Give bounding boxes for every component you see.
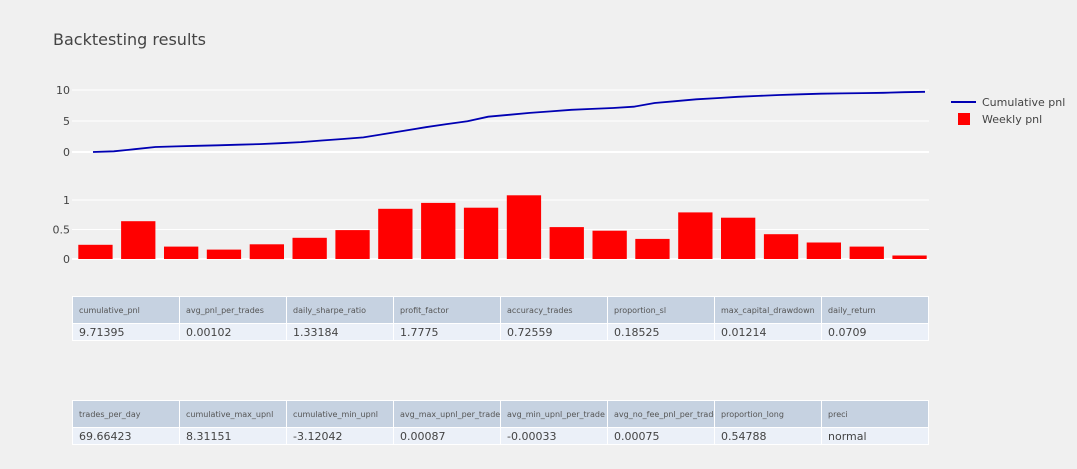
bar-ytick-label: 0 [63, 253, 70, 266]
line-ytick-label: 5 [63, 115, 70, 128]
weekly-pnl-bar [78, 244, 113, 259]
table-value-cell: 0.00087 [393, 427, 501, 445]
table-value-cell: 0.18525 [607, 323, 715, 341]
bar-ytick-label: 1 [63, 194, 70, 207]
line-ytick-label: 10 [56, 84, 70, 97]
table-value-cell: -0.00033 [500, 427, 608, 445]
weekly-pnl-bar [421, 202, 456, 259]
bar-chart-yticks: 00.51 [53, 194, 71, 266]
line-chart-gridlines [72, 89, 929, 153]
weekly-pnl-bar [892, 255, 927, 259]
table-value-cell: 9.71395 [72, 323, 180, 341]
table-value-cell: 69.66423 [72, 427, 180, 445]
table-value-cell: 8.31151 [179, 427, 287, 445]
table-value-cell: 0.01214 [714, 323, 822, 341]
table-header-cell: avg_min_upnl_per_trade [500, 400, 608, 428]
table-value-cell: -3.12042 [286, 427, 394, 445]
weekly-pnl-bar [849, 246, 884, 259]
weekly-pnl-bar [378, 208, 413, 259]
table-header-cell: daily_return [821, 296, 929, 324]
weekly-pnl-bar [292, 237, 327, 259]
weekly-pnl-bar [506, 195, 542, 259]
legend-square-swatch [958, 113, 970, 125]
table-header-cell: max_capital_drawdown [714, 296, 822, 324]
weekly-pnl-bar [164, 246, 199, 259]
table-header-cell: trades_per_day [72, 400, 180, 428]
bar-chart-gridlines [72, 199, 929, 260]
table-header-cell: daily_sharpe_ratio [286, 296, 394, 324]
table-value-cell: 0.00102 [179, 323, 287, 341]
table-value-cell: normal [821, 427, 929, 445]
weekly-pnl-bar [335, 230, 370, 259]
table-header-cell: proportion_sl [607, 296, 715, 324]
table-header-cell: avg_pnl_per_trades [179, 296, 287, 324]
weekly-pnl-bar [721, 217, 756, 259]
legend: Cumulative pnl Weekly pnl [951, 96, 1065, 126]
legend-label: Weekly pnl [982, 113, 1042, 126]
line-chart-yticks: 0 5 10 [56, 84, 70, 159]
table-header-cell: cumulative_pnl [72, 296, 180, 324]
charts-svg: 0510 00.51 Cumulative pnlWeekly pnl [53, 84, 1066, 266]
legend-label: Cumulative pnl [982, 96, 1065, 109]
weekly-pnl-bar [206, 249, 242, 259]
bar-ytick-label: 0.5 [53, 224, 71, 237]
table-value-cell: 1.33184 [286, 323, 394, 341]
weekly-pnl-bar [635, 238, 670, 259]
line-ytick-label: 0 [63, 146, 70, 159]
weekly-pnl-bar [763, 234, 799, 259]
weekly-pnl-bars [78, 195, 927, 260]
table-header-cell: cumulative_min_upnl [286, 400, 394, 428]
metrics-table-2: trades_per_day cumulative_max_upnl cumulat… [72, 400, 929, 445]
table-header-cell: preci [821, 400, 929, 428]
weekly-pnl-bar [121, 221, 156, 259]
table-header-cell: avg_no_fee_pnl_per_trade [607, 400, 715, 428]
table-value-cell: 1.7775 [393, 323, 501, 341]
table-header-cell: avg_max_upnl_per_trade [393, 400, 501, 428]
table-header-cell: proportion_long [714, 400, 822, 428]
table-header-cell: cumulative_max_upnl [179, 400, 287, 428]
weekly-pnl-bar [592, 230, 627, 259]
table-value-cell: 0.00075 [607, 427, 715, 445]
weekly-pnl-bar [678, 212, 713, 259]
table-value-cell: 0.54788 [714, 427, 822, 445]
cumulative-pnl-line [92, 90, 926, 153]
table-value-cell: 0.0709 [821, 323, 929, 341]
weekly-pnl-bar [806, 242, 841, 259]
weekly-pnl-bar [549, 227, 584, 259]
weekly-pnl-bar [463, 207, 499, 259]
table-header-cell: profit_factor [393, 296, 501, 324]
metrics-table-1: cumulative_pnl avg_pnl_per_trades daily_sh… [72, 296, 929, 341]
weekly-pnl-bar [249, 244, 284, 260]
table-header-cell: accuracy_trades [500, 296, 608, 324]
table-value-cell: 0.72559 [500, 323, 608, 341]
